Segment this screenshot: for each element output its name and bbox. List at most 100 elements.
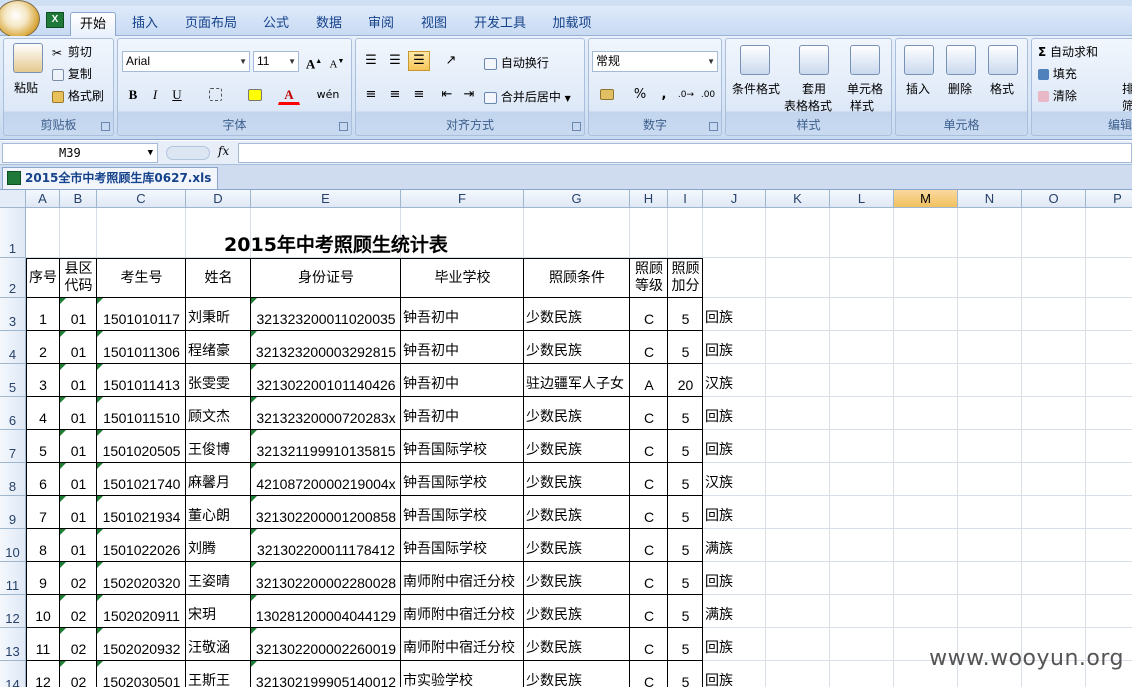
column-header[interactable]: I [668,190,703,208]
table-cell[interactable]: 驻边疆军人子女 [524,364,630,397]
table-cell[interactable]: C [630,463,668,496]
column-header[interactable]: E [251,190,401,208]
dialog-launcher-icon[interactable] [101,122,110,131]
table-cell[interactable]: 1501022026 [97,529,186,562]
table-cell[interactable]: 321302200002280028 [251,562,401,595]
copy-button[interactable]: 复制 [52,65,92,82]
table-cell[interactable]: 回族 [703,661,766,687]
table-cell[interactable]: 少数民族 [524,430,630,463]
office-button[interactable] [0,0,40,38]
row-header[interactable]: 2 [0,258,26,298]
row-header[interactable]: 12 [0,595,26,628]
table-cell[interactable]: 7 [26,496,60,529]
column-title-cell[interactable]: 考生号 [97,258,186,298]
tab-developer[interactable]: 开发工具 [463,12,537,36]
table-cell[interactable]: 汪敬涵 [186,628,251,661]
decrease-decimal-button[interactable]: .00 [697,85,719,105]
table-cell[interactable]: 少数民族 [524,298,630,331]
column-header[interactable]: H [630,190,668,208]
table-cell[interactable]: 回族 [703,628,766,661]
table-cell[interactable]: 刘秉昕 [186,298,251,331]
table-cell[interactable]: 满族 [703,529,766,562]
autosum-button[interactable]: Σ 自动求和 [1038,43,1098,60]
table-cell[interactable]: 8 [26,529,60,562]
row-header[interactable]: 11 [0,562,26,595]
table-cell[interactable]: C [630,562,668,595]
row-header[interactable]: 7 [0,430,26,463]
table-cell[interactable]: 1502020932 [97,628,186,661]
table-cell[interactable]: 1502030501 [97,661,186,687]
table-cell[interactable]: 麻馨月 [186,463,251,496]
table-cell[interactable]: 1502020320 [97,562,186,595]
increase-decimal-button[interactable]: .0→ [675,85,697,105]
table-cell[interactable]: C [630,529,668,562]
row-header[interactable]: 6 [0,397,26,430]
table-cell[interactable]: 张雯雯 [186,364,251,397]
table-cell[interactable]: 5 [668,331,703,364]
table-cell[interactable]: 321302200001200858 [251,496,401,529]
column-header[interactable]: D [186,190,251,208]
table-format-label-1[interactable]: 套用 [802,80,826,97]
table-cell[interactable]: 市实验学校 [401,661,524,687]
table-cell[interactable]: 少数民族 [524,463,630,496]
row-header[interactable]: 14 [0,661,26,687]
table-cell[interactable]: 321302200011178412 [251,529,401,562]
table-cell[interactable]: 宋玥 [186,595,251,628]
table-cell[interactable]: 回族 [703,562,766,595]
table-cell[interactable]: 满族 [703,595,766,628]
table-cell[interactable]: 5 [26,430,60,463]
table-cell[interactable]: 钟吾国际学校 [401,496,524,529]
orientation-button[interactable]: ↗ [436,51,466,71]
paste-button[interactable]: 粘贴 [14,79,38,96]
table-cell[interactable]: 3 [26,364,60,397]
table-cell[interactable]: C [630,496,668,529]
insert-cells-button[interactable]: 插入 [906,80,930,97]
table-cell[interactable]: 5 [668,562,703,595]
table-cell[interactable]: 王俊博 [186,430,251,463]
bold-button[interactable]: B [122,85,144,105]
table-cell[interactable]: 钟吾初中 [401,298,524,331]
table-cell[interactable]: 2 [26,331,60,364]
table-cell[interactable]: 王姿晴 [186,562,251,595]
table-cell[interactable]: 董心朗 [186,496,251,529]
table-cell[interactable]: C [630,595,668,628]
increase-indent-button[interactable]: ⇥ [458,85,480,105]
font-name-combo[interactable]: Arial ▼ [122,51,250,72]
currency-format-button[interactable] [593,85,621,105]
row-header[interactable]: 9 [0,496,26,529]
table-cell[interactable]: C [630,661,668,687]
table-cell[interactable]: 钟吾初中 [401,331,524,364]
table-cell[interactable]: 321321199910135815 [251,430,401,463]
row-header[interactable]: 5 [0,364,26,397]
table-cell[interactable]: 回族 [703,397,766,430]
font-size-combo[interactable]: 11 ▼ [253,51,299,72]
table-cell[interactable]: 5 [668,430,703,463]
table-cell[interactable]: 5 [668,298,703,331]
column-header[interactable]: C [97,190,186,208]
table-cell[interactable]: 1501011306 [97,331,186,364]
align-center-button[interactable]: ≡ [384,85,406,105]
column-header[interactable]: G [524,190,630,208]
table-cell[interactable]: 回族 [703,331,766,364]
table-cell[interactable]: 321302200002260019 [251,628,401,661]
workbook-tab[interactable]: 2015全市中考照顾生库0627.xls [2,167,219,189]
table-cell[interactable]: 321323200011020035 [251,298,401,331]
table-cell[interactable]: 钟吾国际学校 [401,529,524,562]
formula-bar-resize-handle[interactable] [166,146,210,160]
table-cell[interactable]: 5 [668,661,703,687]
table-cell[interactable]: 南师附中宿迁分校 [401,562,524,595]
table-cell[interactable]: 程绪豪 [186,331,251,364]
format-cells-button[interactable]: 格式 [990,80,1014,97]
column-header[interactable]: J [703,190,766,208]
table-cell[interactable]: 1501021740 [97,463,186,496]
font-color-button[interactable]: A [278,85,300,105]
align-right-button[interactable]: ≡ [408,85,430,105]
fill-color-button[interactable] [244,85,266,105]
tab-view[interactable]: 视图 [411,12,457,36]
tab-formulas[interactable]: 公式 [253,12,299,36]
table-cell[interactable]: 5 [668,529,703,562]
table-cell[interactable]: 少数民族 [524,628,630,661]
table-cell[interactable]: 9 [26,562,60,595]
table-cell[interactable]: 王斯王 [186,661,251,687]
table-cell[interactable]: C [630,397,668,430]
